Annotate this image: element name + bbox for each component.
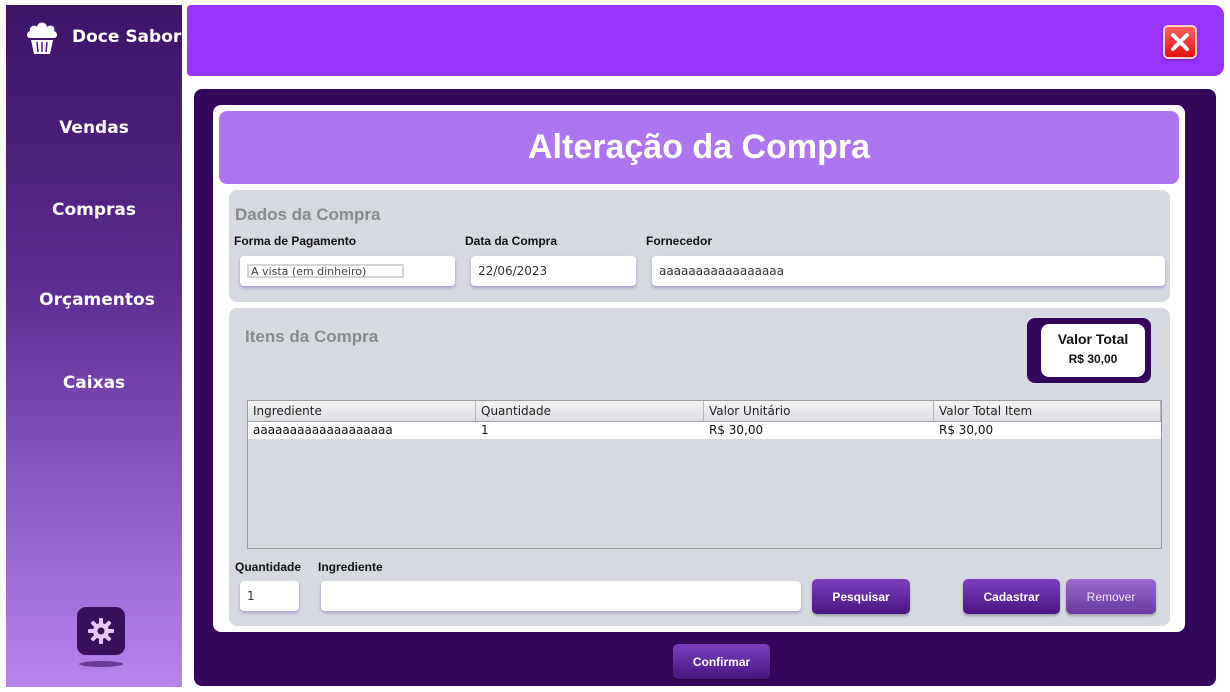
quantidade-field[interactable]: 1	[240, 581, 299, 611]
valor-total-value: R$ 30,00	[1068, 352, 1118, 366]
table-cell: R$ 30,00	[709, 423, 764, 437]
page-title: Alteração da Compra	[528, 128, 870, 166]
forma-pagamento-select[interactable]: A vista (em dinheiro)	[240, 256, 455, 286]
sidebar-item-caixas[interactable]: Caixas	[6, 373, 182, 393]
sidebar: Doce Sabor Vendas Compras Orçamentos Cai…	[6, 5, 182, 687]
remover-button[interactable]: Remover	[1066, 579, 1156, 614]
table-cell: 1	[481, 423, 489, 437]
sidebar-item-orcamentos[interactable]: Orçamentos	[6, 290, 182, 310]
quantidade-label: Quantidade	[235, 560, 302, 574]
fornecedor-value: aaaaaaaaaaaaaaaaa	[659, 264, 785, 278]
column-header-ingrediente[interactable]: Ingrediente	[248, 401, 476, 421]
settings-button[interactable]	[76, 606, 126, 668]
pesquisar-button[interactable]: Pesquisar	[812, 579, 910, 614]
fornecedor-label: Fornecedor	[646, 234, 713, 248]
valor-total-label: Valor Total	[1057, 331, 1129, 347]
itens-title: Itens da Compra	[245, 327, 379, 346]
dados-title: Dados da Compra	[235, 205, 381, 224]
cadastrar-button[interactable]: Cadastrar	[963, 579, 1060, 614]
app-window: Doce Sabor Vendas Compras Orçamentos Cai…	[0, 0, 1230, 692]
table-cell: aaaaaaaaaaaaaaaaaaa	[253, 423, 393, 437]
column-header-valor-unitario[interactable]: Valor Unitário	[704, 401, 934, 421]
gear-icon	[88, 618, 114, 644]
itens-section: Itens da Compra Valor Total R$ 30,00 Ing…	[229, 308, 1170, 626]
data-compra-field[interactable]: 22/06/2023	[471, 256, 636, 286]
quantidade-value: 1	[247, 589, 255, 603]
forma-pagamento-label: Forma de Pagamento	[234, 234, 357, 248]
settings-shadow	[79, 661, 123, 667]
ingrediente-label: Ingrediente	[318, 560, 383, 574]
top-bar	[187, 5, 1224, 76]
main-panel: Alteração da Compra Dados da Compra Form…	[194, 89, 1216, 686]
brand-name: Doce Sabor	[72, 27, 182, 47]
content-card: Alteração da Compra Dados da Compra Form…	[213, 105, 1185, 632]
brand: Doce Sabor	[24, 17, 181, 57]
column-header-quantidade[interactable]: Quantidade	[476, 401, 704, 421]
itens-table[interactable]: Ingrediente Quantidade Valor Unitário Va…	[247, 400, 1162, 549]
cupcake-icon	[27, 22, 57, 54]
forma-pagamento-value: A vista (em dinheiro)	[247, 264, 404, 278]
table-row[interactable]: aaaaaaaaaaaaaaaaaaa 1 R$ 30,00 R$ 30,00	[248, 422, 1161, 439]
settings-button-box	[77, 607, 125, 655]
ingrediente-search-input[interactable]	[321, 581, 801, 611]
dados-section: Dados da Compra Forma de Pagamento A vis…	[229, 190, 1170, 302]
confirmar-button[interactable]: Confirmar	[673, 644, 770, 679]
table-header: Ingrediente Quantidade Valor Unitário Va…	[248, 401, 1161, 422]
sidebar-item-vendas[interactable]: Vendas	[6, 118, 182, 138]
fornecedor-field[interactable]: aaaaaaaaaaaaaaaaa	[652, 256, 1165, 286]
valor-total-inner: Valor Total R$ 30,00	[1041, 324, 1145, 377]
column-header-valor-total-item[interactable]: Valor Total Item	[934, 401, 1161, 421]
sidebar-item-compras[interactable]: Compras	[6, 200, 182, 220]
table-cell: R$ 30,00	[939, 423, 994, 437]
close-button[interactable]	[1163, 25, 1197, 59]
page-header: Alteração da Compra	[219, 111, 1179, 184]
valor-total-box: Valor Total R$ 30,00	[1027, 318, 1151, 383]
data-compra-value: 22/06/2023	[478, 264, 548, 278]
close-icon	[1171, 33, 1189, 51]
data-compra-label: Data da Compra	[465, 234, 558, 248]
